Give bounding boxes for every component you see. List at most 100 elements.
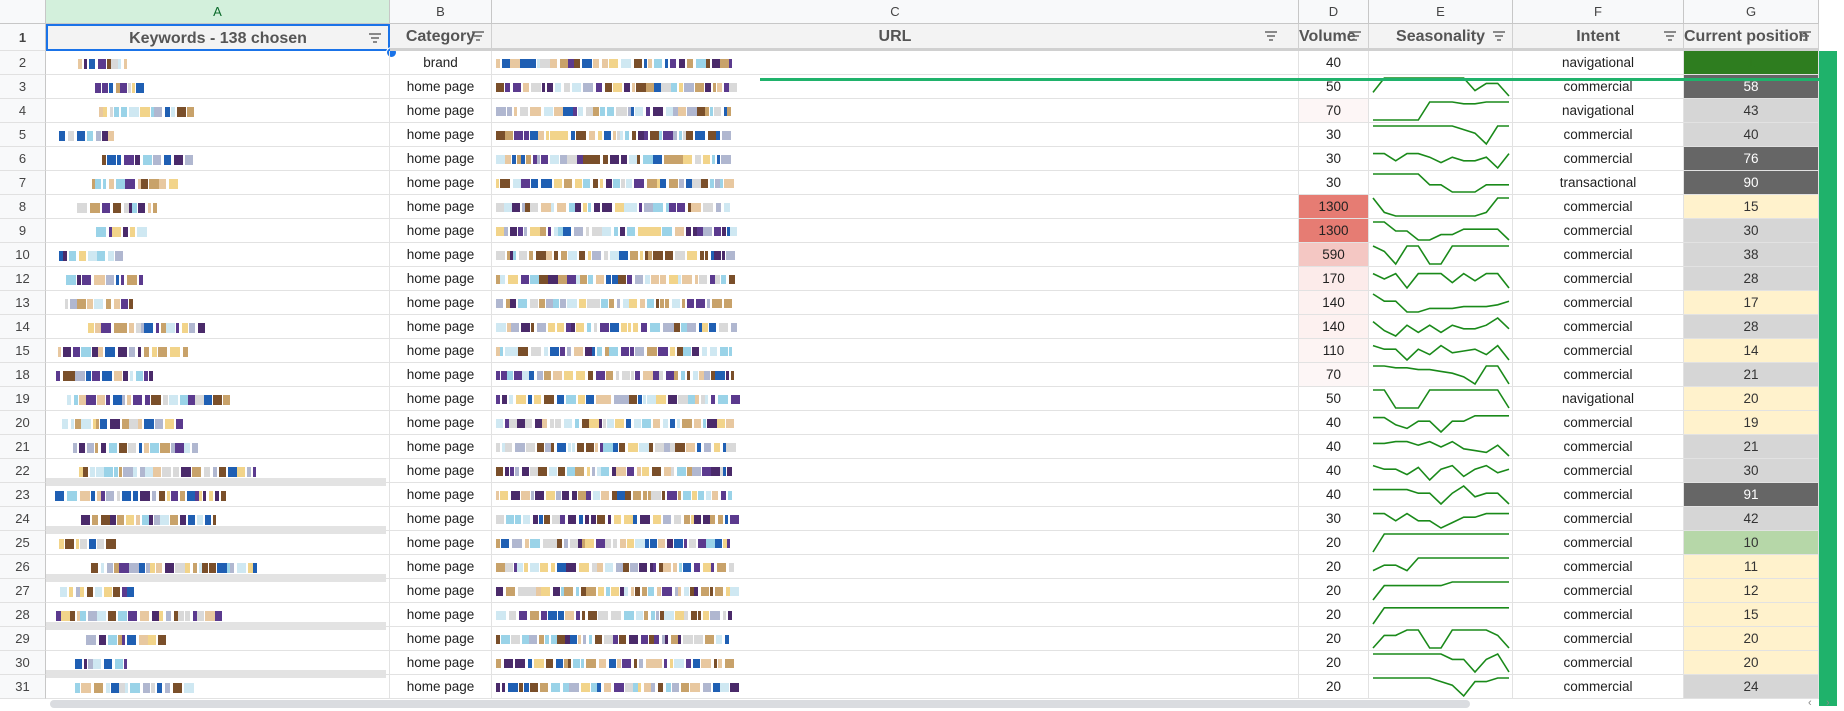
seasonality-cell[interactable] xyxy=(1369,483,1513,507)
row-header[interactable]: 2 xyxy=(0,51,46,75)
position-cell[interactable]: 28 xyxy=(1684,267,1819,291)
category-cell[interactable]: home page xyxy=(390,411,492,435)
volume-cell[interactable]: 20 xyxy=(1299,603,1369,627)
volume-cell[interactable]: 20 xyxy=(1299,531,1369,555)
seasonality-cell[interactable] xyxy=(1369,579,1513,603)
seasonality-cell[interactable] xyxy=(1369,435,1513,459)
seasonality-cell[interactable] xyxy=(1369,267,1513,291)
category-cell[interactable]: home page xyxy=(390,387,492,411)
position-cell[interactable]: 14 xyxy=(1684,339,1819,363)
seasonality-cell[interactable] xyxy=(1369,387,1513,411)
category-cell[interactable]: home page xyxy=(390,579,492,603)
filter-icon[interactable] xyxy=(1264,29,1278,43)
category-cell[interactable]: brand xyxy=(390,51,492,75)
seasonality-cell[interactable] xyxy=(1369,243,1513,267)
row-header[interactable]: 23 xyxy=(0,483,46,507)
intent-cell[interactable]: commercial xyxy=(1513,627,1684,651)
row-header[interactable]: 18 xyxy=(0,363,46,387)
position-cell[interactable]: 11 xyxy=(1684,555,1819,579)
position-cell[interactable]: 90 xyxy=(1684,171,1819,195)
row-header[interactable]: 6 xyxy=(0,147,46,171)
column-header-f[interactable]: F xyxy=(1513,0,1684,24)
column-header-e[interactable]: E xyxy=(1369,0,1513,24)
category-cell[interactable]: home page xyxy=(390,459,492,483)
volume-cell[interactable]: 30 xyxy=(1299,147,1369,171)
intent-cell[interactable]: transactional xyxy=(1513,171,1684,195)
header-seasonality[interactable]: Seasonality xyxy=(1369,24,1513,51)
category-cell[interactable]: home page xyxy=(390,171,492,195)
volume-cell[interactable]: 40 xyxy=(1299,51,1369,75)
seasonality-cell[interactable] xyxy=(1369,51,1513,75)
seasonality-cell[interactable] xyxy=(1369,459,1513,483)
row-header[interactable]: 9 xyxy=(0,219,46,243)
category-cell[interactable]: home page xyxy=(390,339,492,363)
keyword-cell[interactable] xyxy=(46,147,390,171)
seasonality-cell[interactable] xyxy=(1369,315,1513,339)
row-header[interactable]: 15 xyxy=(0,339,46,363)
position-cell[interactable]: 21 xyxy=(1684,363,1819,387)
seasonality-cell[interactable] xyxy=(1369,147,1513,171)
row-header[interactable]: 30 xyxy=(0,651,46,675)
frozen-row-divider[interactable] xyxy=(760,78,1819,81)
row-header[interactable]: 28 xyxy=(0,603,46,627)
intent-cell[interactable]: commercial xyxy=(1513,195,1684,219)
intent-cell[interactable]: commercial xyxy=(1513,675,1684,699)
position-cell[interactable]: 24 xyxy=(1684,675,1819,699)
filter-icon[interactable] xyxy=(368,31,382,45)
seasonality-cell[interactable] xyxy=(1369,531,1513,555)
intent-cell[interactable]: commercial xyxy=(1513,459,1684,483)
category-cell[interactable]: home page xyxy=(390,75,492,99)
row-header[interactable]: 21 xyxy=(0,435,46,459)
row-header[interactable]: 24 xyxy=(0,507,46,531)
row-header[interactable]: 19 xyxy=(0,387,46,411)
category-cell[interactable]: home page xyxy=(390,99,492,123)
position-cell[interactable]: 30 xyxy=(1684,219,1819,243)
position-cell[interactable]: 38 xyxy=(1684,243,1819,267)
position-cell[interactable]: 28 xyxy=(1684,315,1819,339)
row-header[interactable]: 26 xyxy=(0,555,46,579)
intent-cell[interactable]: commercial xyxy=(1513,555,1684,579)
column-header-g[interactable]: G xyxy=(1684,0,1819,24)
url-cell[interactable] xyxy=(492,195,1299,219)
intent-cell[interactable]: commercial xyxy=(1513,411,1684,435)
seasonality-cell[interactable] xyxy=(1369,507,1513,531)
filter-icon[interactable] xyxy=(1348,29,1362,43)
position-cell[interactable]: 40 xyxy=(1684,123,1819,147)
volume-cell[interactable]: 40 xyxy=(1299,459,1369,483)
row-header-1[interactable]: 1 xyxy=(0,24,46,51)
category-cell[interactable]: home page xyxy=(390,363,492,387)
filter-icon[interactable] xyxy=(1492,29,1506,43)
header-volume[interactable]: Volume xyxy=(1299,24,1369,51)
category-cell[interactable]: home page xyxy=(390,435,492,459)
category-cell[interactable]: home page xyxy=(390,627,492,651)
category-cell[interactable]: home page xyxy=(390,243,492,267)
seasonality-cell[interactable] xyxy=(1369,603,1513,627)
position-cell[interactable]: 1 xyxy=(1684,51,1819,75)
volume-cell[interactable]: 140 xyxy=(1299,291,1369,315)
volume-cell[interactable]: 140 xyxy=(1299,315,1369,339)
category-cell[interactable]: home page xyxy=(390,651,492,675)
filter-icon[interactable] xyxy=(1663,29,1677,43)
seasonality-cell[interactable] xyxy=(1369,555,1513,579)
intent-cell[interactable]: commercial xyxy=(1513,651,1684,675)
category-cell[interactable]: home page xyxy=(390,315,492,339)
volume-cell[interactable]: 70 xyxy=(1299,363,1369,387)
position-cell[interactable]: 10 xyxy=(1684,531,1819,555)
position-cell[interactable]: 15 xyxy=(1684,195,1819,219)
column-header-c[interactable]: C xyxy=(492,0,1299,24)
volume-cell[interactable]: 30 xyxy=(1299,123,1369,147)
row-header[interactable]: 7 xyxy=(0,171,46,195)
category-cell[interactable]: home page xyxy=(390,219,492,243)
url-cell[interactable] xyxy=(492,363,1299,387)
position-cell[interactable]: 12 xyxy=(1684,579,1819,603)
intent-cell[interactable]: commercial xyxy=(1513,339,1684,363)
intent-cell[interactable]: navigational xyxy=(1513,51,1684,75)
volume-cell[interactable]: 170 xyxy=(1299,267,1369,291)
volume-cell[interactable]: 110 xyxy=(1299,339,1369,363)
row-header[interactable]: 20 xyxy=(0,411,46,435)
url-cell[interactable] xyxy=(492,555,1299,579)
intent-cell[interactable]: commercial xyxy=(1513,147,1684,171)
row-header[interactable]: 29 xyxy=(0,627,46,651)
seasonality-cell[interactable] xyxy=(1369,123,1513,147)
seasonality-cell[interactable] xyxy=(1369,291,1513,315)
